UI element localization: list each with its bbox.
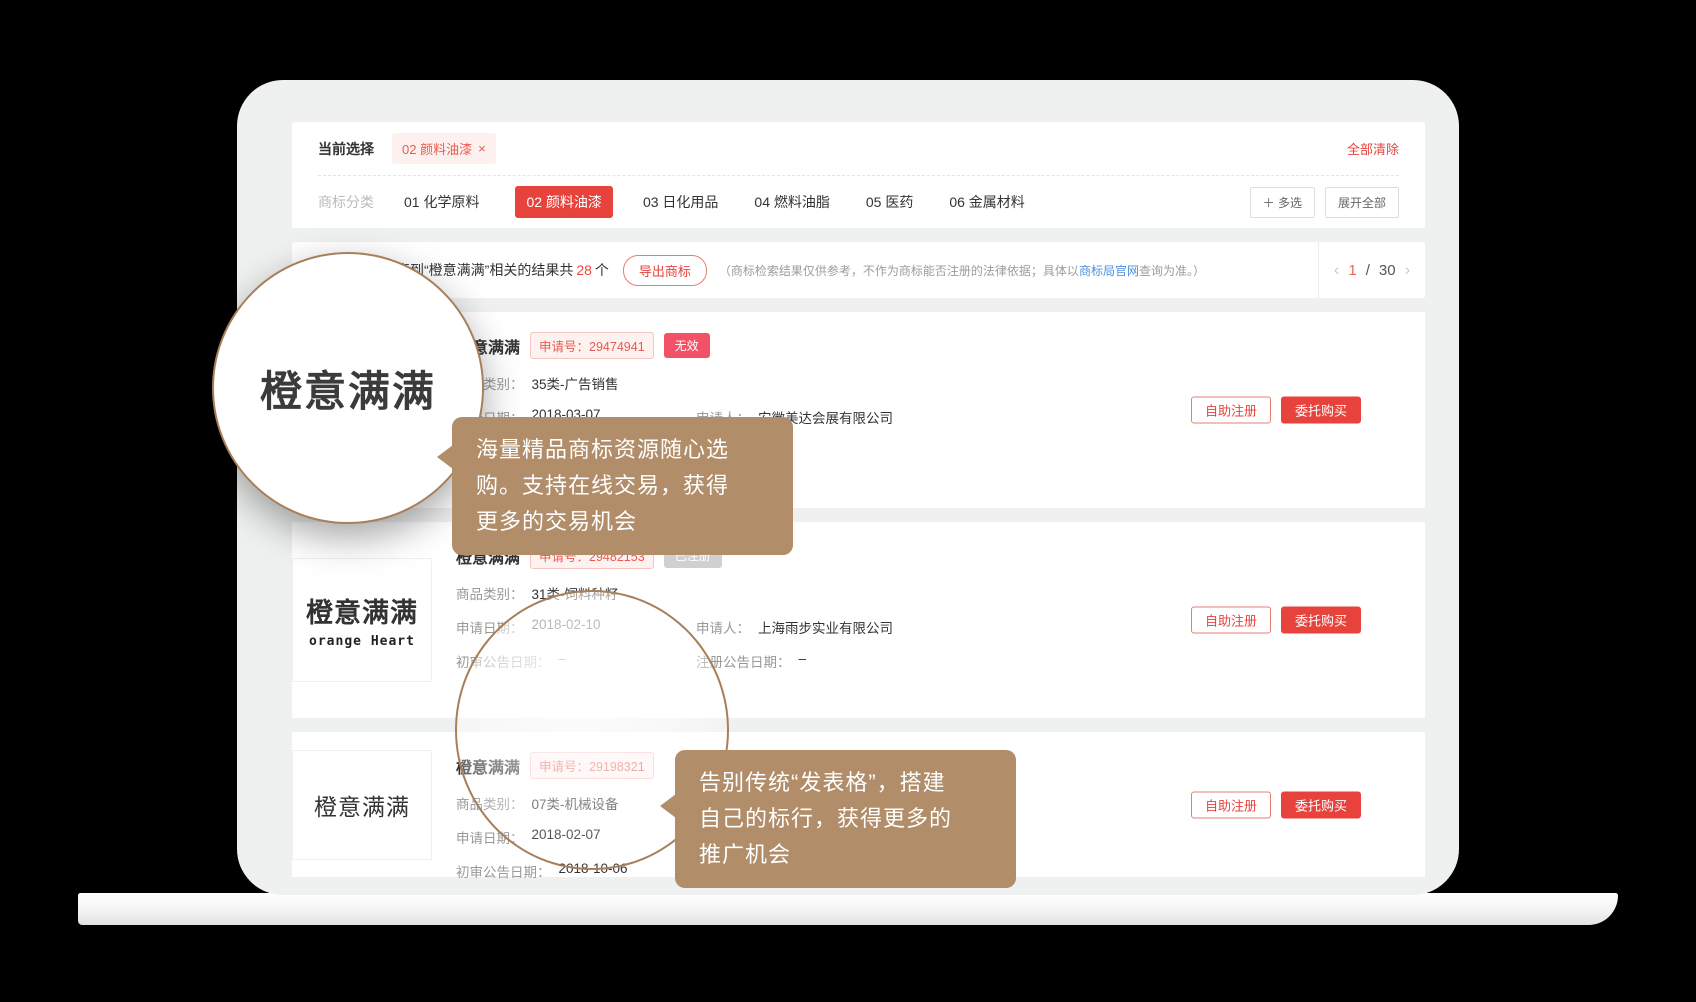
disclaimer-post: 查询为准。）	[1139, 264, 1205, 278]
self-register-button[interactable]: 自助注册	[1191, 397, 1271, 424]
results-summary-suffix: 个	[595, 262, 609, 278]
category-item-06[interactable]: 06 金属材料	[949, 192, 1024, 212]
self-register-button[interactable]: 自助注册	[1191, 791, 1271, 818]
page-separator: /	[1366, 262, 1370, 279]
category-item-05[interactable]: 05 医药	[866, 192, 913, 212]
trademark-image: 橙意满满 orange Heart	[292, 558, 432, 682]
trademark-office-link[interactable]: 商标局官网	[1079, 264, 1139, 278]
row-actions: 自助注册 委托购买	[1191, 791, 1361, 818]
magnified-trademark-text: 橙意满满	[260, 358, 436, 419]
row-actions: 自助注册 委托购买	[1191, 397, 1361, 424]
page-total: 30	[1379, 262, 1396, 279]
clear-all-link[interactable]: 全部清除	[1347, 139, 1399, 158]
expand-all-button[interactable]: 展开全部	[1325, 187, 1399, 218]
status-badge: 无效	[664, 333, 710, 358]
results-count: 28	[576, 262, 592, 278]
laptop-base	[78, 893, 1618, 925]
entrust-purchase-button[interactable]: 委托购买	[1281, 397, 1361, 424]
category-row: 商标分类 01 化学原料 02 颜料油漆 03 日化用品 04 燃料油脂 05 …	[292, 176, 1425, 228]
results-header-bar: 当前分类下检索到“橙意满满”相关的结果共28个 导出商标 （商标检索结果仅供参考…	[292, 242, 1425, 298]
category-item-02-selected[interactable]: 02 颜料油漆	[515, 186, 612, 218]
trademark-image-text: 橙意满满	[314, 788, 410, 822]
register-announce-value: –	[799, 651, 807, 671]
tooltip-bubble-trade: 海量精品商标资源随心选 购。支持在线交易，获得 更多的交易机会	[452, 417, 793, 555]
entrust-purchase-button[interactable]: 委托购买	[1281, 607, 1361, 634]
trademark-image-subtext: orange Heart	[309, 634, 415, 649]
selected-filter-tag-text: 02 颜料油漆	[402, 139, 472, 158]
page-current: 1	[1348, 262, 1356, 279]
export-trademark-button[interactable]: 导出商标	[623, 255, 707, 286]
current-selection-label: 当前选择	[318, 139, 374, 159]
remove-filter-icon[interactable]: ×	[478, 141, 486, 156]
category-field-label: 商品类别：	[456, 583, 524, 603]
filter-panel: 当前选择 02 颜料油漆 × 全部清除 商标分类 01 化学原料 02 颜料油漆…	[292, 122, 1425, 228]
category-item-01[interactable]: 01 化学原料	[404, 192, 479, 212]
tooltip-bubble-promo: 告别传统“发表格”，搭建 自己的标行，获得更多的 推广机会	[675, 750, 1016, 888]
current-selection-row: 当前选择 02 颜料油漆 × 全部清除	[292, 122, 1425, 175]
selected-filter-tag[interactable]: 02 颜料油漆 ×	[392, 133, 496, 164]
page-prev-icon[interactable]: ‹	[1334, 260, 1340, 280]
first-announce-label: 初审公告日期：	[456, 861, 551, 881]
application-number-tag: 申请号：29474941	[530, 332, 654, 359]
self-register-button[interactable]: 自助注册	[1191, 607, 1271, 634]
category-field-value: 35类-广告销售	[532, 373, 619, 393]
screenshot-stage: 当前选择 02 颜料油漆 × 全部清除 商标分类 01 化学原料 02 颜料油漆…	[0, 0, 1696, 1002]
entrust-purchase-button[interactable]: 委托购买	[1281, 791, 1361, 818]
category-actions: ＋ 多选 展开全部	[1250, 187, 1399, 218]
pagination: ‹ 1 / 30 ›	[1318, 242, 1425, 298]
magnifier-circle-top: 橙意满满	[212, 252, 484, 524]
application-number-value: 29474941	[589, 340, 645, 354]
category-item-03[interactable]: 03 日化用品	[643, 192, 718, 212]
category-label: 商标分类	[318, 192, 374, 212]
page-next-icon[interactable]: ›	[1405, 260, 1411, 280]
applicant-label: 申请人：	[696, 617, 750, 637]
disclaimer-text: （商标检索结果仅供参考，不作为商标能否注册的法律依据；具体以商标局官网查询为准。…	[719, 262, 1205, 279]
application-number-label: 申请号：	[539, 340, 589, 354]
category-item-04[interactable]: 04 燃料油脂	[754, 192, 829, 212]
applicant-value: 上海雨步实业有限公司	[758, 617, 893, 637]
trademark-image-text: 橙意满满	[306, 591, 418, 630]
multi-select-button[interactable]: ＋ 多选	[1250, 187, 1315, 218]
disclaimer-pre: （商标检索结果仅供参考，不作为商标能否注册的法律依据；具体以	[719, 264, 1079, 278]
trademark-image: 橙意满满	[292, 750, 432, 860]
row-actions: 自助注册 委托购买	[1191, 607, 1361, 634]
